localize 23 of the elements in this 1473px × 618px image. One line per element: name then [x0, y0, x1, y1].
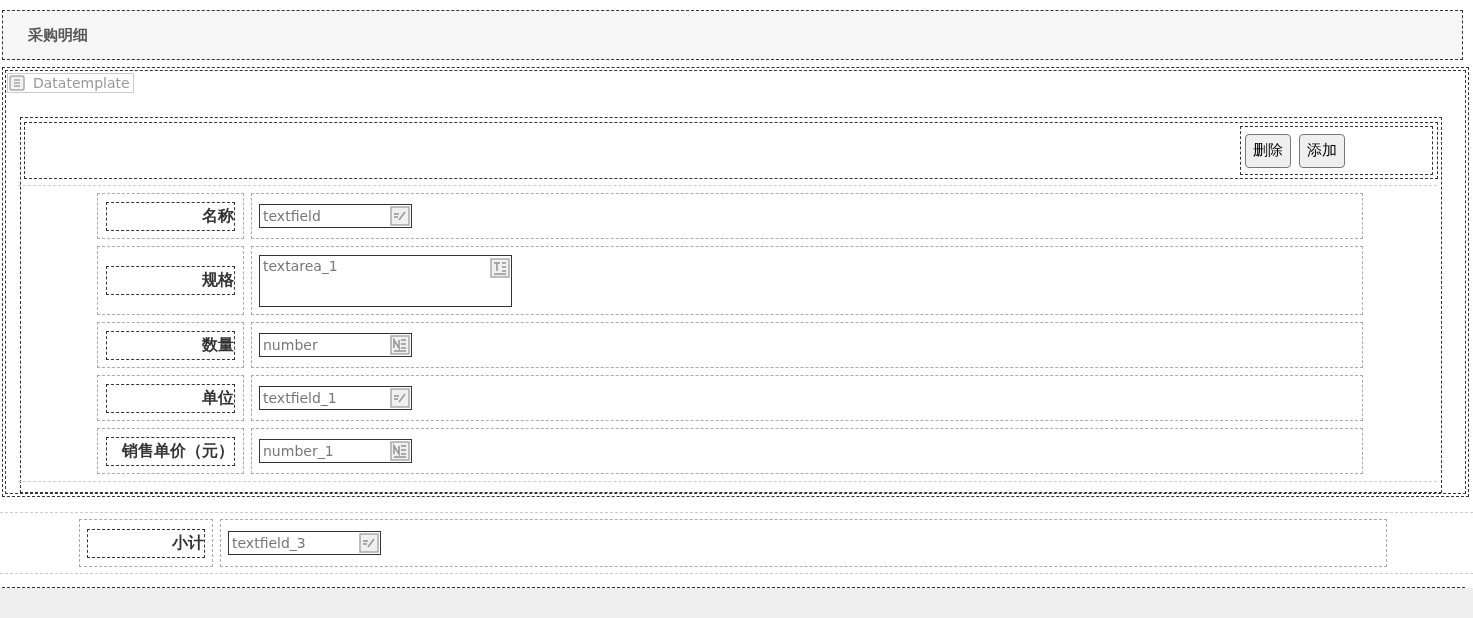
input-field[interactable]: textfield_1 — [259, 386, 412, 410]
pencil-icon — [390, 206, 410, 226]
pencil-icon — [390, 388, 410, 408]
field-label: 小计 — [87, 528, 205, 558]
field-label: 名称 — [106, 201, 235, 231]
input-field[interactable]: number — [259, 333, 412, 357]
list-icon — [9, 75, 25, 91]
field-label: 数量 — [106, 330, 235, 360]
input-field[interactable]: textfield — [259, 204, 412, 228]
field-label: 销售单价（元） — [106, 436, 235, 466]
number-lines-icon — [390, 335, 410, 355]
pencil-icon — [359, 533, 379, 553]
action-button[interactable]: 删除 — [1245, 133, 1291, 168]
input-field[interactable]: textfield_3 — [228, 531, 381, 555]
action-button[interactable]: 添加 — [1299, 133, 1345, 168]
field-label: 单位 — [106, 383, 235, 413]
input-field[interactable]: number_1 — [259, 439, 412, 463]
field-label: 规格 — [106, 266, 235, 295]
template-label: Datatemplate — [33, 75, 130, 91]
text-lines-icon — [490, 257, 510, 278]
section-title: 采购明细 — [28, 25, 88, 45]
text-area[interactable]: textarea_1 — [259, 254, 512, 307]
number-lines-icon — [390, 441, 410, 461]
